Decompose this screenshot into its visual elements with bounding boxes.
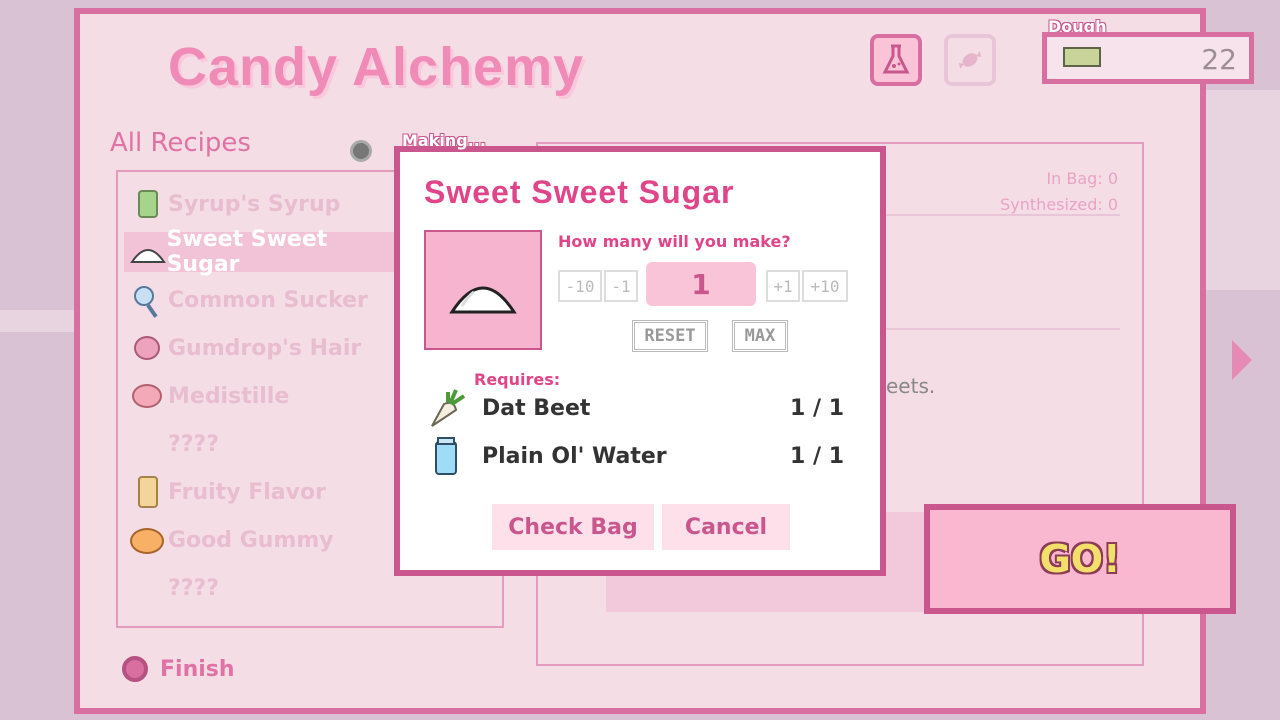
quantity-value[interactable]: 1 [646, 262, 756, 306]
minus-1-button[interactable]: -1 [604, 270, 638, 302]
max-button[interactable]: MAX [732, 320, 788, 352]
recipe-item-gumdrops-hair[interactable]: Gumdrop's Hair [124, 328, 394, 368]
plus-10-button[interactable]: +10 [802, 270, 848, 302]
recipe-item-medistille[interactable]: Medistille [124, 376, 394, 416]
orange-gummy-icon [124, 520, 168, 560]
flask-icon [882, 44, 910, 74]
recipe-label: Fruity Flavor [168, 479, 326, 505]
requirement-row: Dat Beet 1 / 1 [424, 386, 844, 430]
requirement-row: Plain Ol' Water 1 / 1 [424, 434, 844, 478]
recipe-label: Common Sucker [168, 287, 368, 313]
item-preview [424, 230, 542, 350]
recipe-label: Medistille [168, 383, 290, 409]
circle-button-icon [122, 656, 148, 682]
making-label: Making... [402, 131, 486, 150]
flavor-bottle-icon [124, 472, 168, 512]
next-page-arrow-icon[interactable] [1232, 340, 1252, 380]
cancel-button[interactable]: Cancel [662, 504, 790, 550]
background-stripe-right [1206, 90, 1280, 290]
recipe-label: ???? [168, 431, 220, 457]
recipe-stats: In Bag: 0 Synthesized: 0 [1000, 166, 1118, 218]
requirement-name: Dat Beet [482, 395, 591, 421]
requirement-count: 1 / 1 [790, 395, 844, 421]
all-recipes-heading: All Recipes [110, 128, 251, 158]
recipe-label: Sweet Sweet Sugar [166, 227, 328, 277]
dough-value: 22 [1201, 43, 1237, 76]
sugar-pile-icon [449, 286, 517, 314]
candy-tab-button[interactable] [944, 34, 996, 86]
requirement-count: 1 / 1 [790, 443, 844, 469]
recipe-label: Gumdrop's Hair [168, 335, 362, 361]
go-button[interactable]: GO! [924, 504, 1236, 614]
flask-tab-button[interactable] [870, 34, 922, 86]
money-bill-icon [1063, 47, 1101, 67]
recipe-item-good-gummy[interactable]: Good Gummy [124, 520, 394, 560]
recipe-item-syrups-syrup[interactable]: Syrup's Syrup [124, 184, 394, 224]
making-dialog: Sweet Sweet Sugar How many will you make… [394, 146, 886, 576]
lollipop-icon [124, 280, 168, 320]
recipe-label: Syrup's Syrup [168, 191, 341, 217]
candy-floss-icon [124, 328, 168, 368]
finish-label: Finish [160, 656, 235, 682]
recipe-label: ???? [168, 575, 220, 601]
dialog-title: Sweet Sweet Sugar [424, 174, 735, 210]
minus-10-button[interactable]: -10 [558, 270, 602, 302]
plus-1-button[interactable]: +1 [766, 270, 800, 302]
sort-button-icon[interactable] [350, 140, 372, 162]
syrup-bottle-icon [124, 184, 168, 224]
candy-icon [959, 51, 981, 69]
pink-candy-icon [124, 376, 168, 416]
recipe-item-sweet-sweet-sugar[interactable]: Sweet Sweet Sugar [124, 227, 400, 277]
beet-icon [431, 389, 466, 427]
reset-button[interactable]: RESET [632, 320, 708, 352]
finish-button[interactable]: Finish [122, 656, 235, 682]
background-stripe-left [0, 310, 74, 332]
page-title: Candy Alchemy [168, 37, 585, 97]
water-jar-icon [435, 437, 457, 475]
recipe-item-fruity-flavor[interactable]: Fruity Flavor [124, 472, 394, 512]
check-bag-button[interactable]: Check Bag [492, 504, 654, 550]
sugar-pile-icon [124, 232, 167, 272]
recipe-item-unknown[interactable]: ???? [124, 424, 394, 464]
requirement-name: Plain Ol' Water [482, 443, 667, 469]
recipe-item-common-sucker[interactable]: Common Sucker [124, 280, 394, 320]
quantity-prompt: How many will you make? [558, 232, 791, 251]
in-bag-count: In Bag: 0 [1046, 169, 1118, 188]
dough-counter: 22 [1042, 32, 1254, 84]
recipe-label: Good Gummy [168, 527, 334, 553]
recipe-item-unknown[interactable]: ???? [124, 568, 394, 608]
description-text: eets. [886, 374, 936, 398]
